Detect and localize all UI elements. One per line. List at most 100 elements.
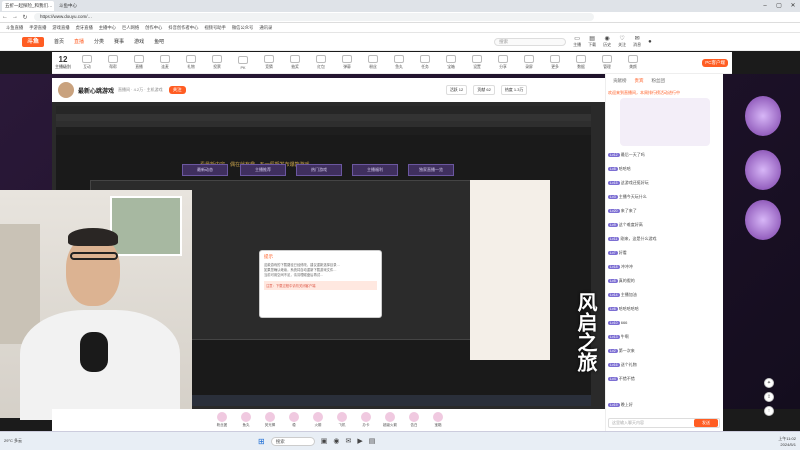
gift-item[interactable]: 火箭: [308, 412, 328, 428]
back-icon[interactable]: ←: [0, 14, 10, 20]
bookmark-item[interactable]: 通讯录: [259, 25, 272, 31]
bookmark-item[interactable]: 视频号助手: [204, 25, 225, 31]
url-field[interactable]: https://www.douyu.com/…: [34, 13, 594, 21]
header-icon[interactable]: ✉ 消息: [633, 35, 641, 48]
feature-item[interactable]: 投票: [204, 55, 230, 70]
taskbar-search[interactable]: 搜索: [270, 436, 315, 446]
browser-tab-active[interactable]: 五折一起探险_和我们…: [2, 1, 54, 11]
browser-tab[interactable]: 斗鱼中心: [56, 1, 108, 11]
tab-vip[interactable]: 贵宾: [635, 78, 644, 88]
feature-item[interactable]: 直播: [126, 55, 152, 70]
top-tool-icon[interactable]: ↑: [764, 406, 774, 416]
bookmark-item[interactable]: 创作中心: [145, 25, 162, 31]
nav-yuba[interactable]: 鱼吧: [154, 38, 164, 45]
search-input[interactable]: 搜索: [494, 37, 567, 46]
send-button[interactable]: 发送: [694, 419, 718, 427]
feature-item[interactable]: 连麦: [152, 55, 178, 70]
streamer-avatar[interactable]: [58, 82, 74, 98]
pc-client-button[interactable]: PC客户端: [702, 58, 728, 67]
bookmark-item[interactable]: 游戏直播: [52, 25, 69, 31]
feature-item[interactable]: 抽奖: [282, 55, 308, 70]
feature-item[interactable]: 设置: [464, 55, 490, 70]
side-promo[interactable]: [745, 96, 781, 136]
chat-message: Lv19 晚上好: [608, 402, 720, 408]
header-icon[interactable]: ◉ 历史: [603, 35, 611, 48]
stat-box[interactable]: 热度 1.3万: [500, 85, 528, 95]
minimize-icon[interactable]: –: [758, 0, 772, 12]
gift-item[interactable]: 飞机: [332, 412, 352, 428]
side-promo[interactable]: [745, 150, 781, 190]
bookmark-item[interactable]: 微信公众号: [232, 25, 253, 31]
browser-icon[interactable]: ◉: [333, 437, 339, 445]
feature-item[interactable]: 数据: [568, 55, 594, 70]
media-icon[interactable]: ▶: [357, 437, 362, 445]
feature-item[interactable]: 礼物: [178, 55, 204, 70]
feature-item[interactable]: 粉丝: [360, 55, 386, 70]
feature-item[interactable]: 管理: [594, 55, 620, 70]
side-promo[interactable]: [745, 200, 781, 240]
chat-app-icon[interactable]: ✉: [345, 437, 351, 445]
feature-item[interactable]: 分享: [490, 55, 516, 70]
level-value: 12: [58, 55, 68, 64]
feature-item[interactable]: 帮帮: [100, 55, 126, 70]
feature-label: 抽奖: [291, 65, 299, 69]
forward-icon[interactable]: →: [10, 14, 20, 20]
nav-category[interactable]: 分类: [94, 38, 104, 45]
bookmark-item[interactable]: 抖音创作者中心: [168, 25, 198, 31]
feature-item[interactable]: 红包: [308, 55, 334, 70]
feature-item[interactable]: PK: [230, 55, 256, 70]
feature-item[interactable]: 录屏: [516, 55, 542, 70]
bookmark-item[interactable]: 巨人网络: [122, 25, 139, 31]
nav-events[interactable]: 赛事: [114, 38, 124, 45]
chat-message: Lv14 主播加油: [608, 292, 720, 298]
bookmark-item[interactable]: 手游直播: [29, 25, 46, 31]
close-icon[interactable]: ✕: [786, 0, 800, 12]
stat-box[interactable]: 活跃 12: [445, 85, 468, 95]
bookmark-item[interactable]: 虎牙直播: [76, 25, 93, 31]
tab-fans[interactable]: 粉丝团: [652, 78, 666, 88]
follow-button[interactable]: 关注: [168, 86, 186, 94]
gift-item[interactable]: 告白: [404, 412, 424, 428]
gift-item[interactable]: 超级火箭: [380, 412, 400, 428]
tab-contribution[interactable]: 贡献榜: [613, 78, 627, 88]
feature-item[interactable]: 鱼丸: [386, 55, 412, 70]
gift-item[interactable]: 粉丝团: [212, 412, 232, 428]
site-logo[interactable]: 斗鱼: [22, 36, 44, 47]
bookmark-item[interactable]: 主播中心: [99, 25, 116, 31]
header-icon[interactable]: ▤ 下载: [588, 35, 596, 48]
feature-item[interactable]: 互动: [74, 55, 100, 70]
gift-item[interactable]: 鱼丸: [236, 412, 256, 428]
reload-icon[interactable]: ↻: [20, 14, 30, 21]
system-tray[interactable]: 上午11:02 2024/5/1: [778, 436, 796, 447]
message-text: 哈哈哈哈哈: [618, 306, 639, 311]
share-tool-icon[interactable]: ⇪: [764, 392, 774, 402]
feature-item[interactable]: 美颜: [620, 55, 646, 70]
feature-icon: [342, 55, 352, 63]
gift-item[interactable]: 宝箱: [428, 412, 448, 428]
header-icon[interactable]: ♡ 关注: [618, 35, 626, 48]
os-taskbar: 29°C 多云 ⊞ 搜索 ▣ ◉ ✉ ▶ ▤ 上午11:02 2024/5/1: [0, 431, 800, 450]
header-icon[interactable]: ▭ 主播: [573, 35, 581, 48]
nav-live[interactable]: 直播: [74, 38, 84, 45]
nav-games[interactable]: 游戏: [134, 38, 144, 45]
file-explorer-icon[interactable]: ▣: [321, 437, 328, 445]
weather-widget[interactable]: 29°C 多云: [4, 438, 44, 444]
rank-banner[interactable]: [620, 98, 710, 146]
bookmark-item[interactable]: 斗鱼直播: [6, 25, 23, 31]
feature-item[interactable]: 更多: [542, 55, 568, 70]
maximize-icon[interactable]: ▢: [772, 0, 786, 12]
stat-box[interactable]: 贡献 62: [473, 85, 495, 95]
nav-home[interactable]: 首页: [54, 38, 64, 45]
gift-item[interactable]: 稳: [284, 412, 304, 428]
user-avatar[interactable]: ●: [648, 39, 652, 45]
gift-label: 超级火箭: [383, 423, 397, 427]
gift-tool-icon[interactable]: ✦: [764, 378, 774, 388]
windows-start-icon[interactable]: ⊞: [258, 437, 265, 446]
folder-icon[interactable]: ▤: [369, 437, 376, 445]
feature-item[interactable]: 弹幕: [334, 55, 360, 70]
gift-item[interactable]: 荧光棒: [260, 412, 280, 428]
feature-item[interactable]: 宝箱: [438, 55, 464, 70]
feature-item[interactable]: 竞猜: [256, 55, 282, 70]
gift-item[interactable]: 办卡: [356, 412, 376, 428]
feature-item[interactable]: 任务: [412, 55, 438, 70]
